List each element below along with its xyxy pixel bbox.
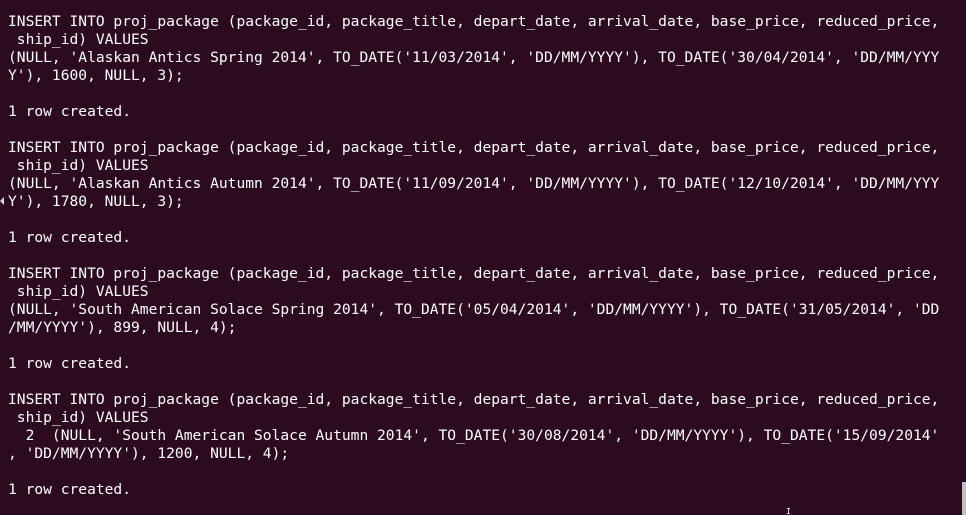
terminal-line: ship_id) VALUES xyxy=(8,157,149,174)
terminal-line: ship_id) VALUES xyxy=(8,283,149,300)
terminal-line: INSERT INTO proj_package (package_id, pa… xyxy=(8,265,940,282)
terminal-line: , 'DD/MM/YYYY'), 1200, NULL, 4); xyxy=(8,445,290,462)
terminal-output: INSERT INTO proj_package (package_id, pa… xyxy=(8,13,939,499)
terminal-line: INSERT INTO proj_package (package_id, pa… xyxy=(8,391,940,408)
terminal-line: 1 row created. xyxy=(8,229,132,246)
line-wrap-arrow-icon xyxy=(0,197,4,205)
terminal-line: (NULL, 'South American Solace Spring 201… xyxy=(8,301,940,318)
terminal-line: /MM/YYYY'), 899, NULL, 4); xyxy=(8,319,237,336)
terminal-line: Y'), 1780, NULL, 3); xyxy=(8,193,184,210)
terminal-line: INSERT INTO proj_package (package_id, pa… xyxy=(8,139,940,156)
terminal-line: Y'), 1600, NULL, 3); xyxy=(8,67,184,84)
terminal-line: (NULL, 'Alaskan Antics Autumn 2014', TO_… xyxy=(8,175,940,192)
terminal-window[interactable]: INSERT INTO proj_package (package_id, pa… xyxy=(0,0,966,515)
mouse-cursor-icon: I xyxy=(786,507,791,515)
terminal-line: (NULL, 'Alaskan Antics Spring 2014', TO_… xyxy=(8,49,940,66)
terminal-line: INSERT INTO proj_package (package_id, pa… xyxy=(8,13,940,30)
terminal-line: ship_id) VALUES xyxy=(8,409,149,426)
terminal-line: 1 row created. xyxy=(8,355,132,372)
terminal-line: 1 row created. xyxy=(8,481,132,498)
terminal-line: ship_id) VALUES xyxy=(8,31,149,48)
terminal-line: 2 (NULL, 'South American Solace Autumn 2… xyxy=(8,427,940,444)
terminal-line: 1 row created. xyxy=(8,103,132,120)
scrollbar-thumb[interactable] xyxy=(962,482,966,515)
